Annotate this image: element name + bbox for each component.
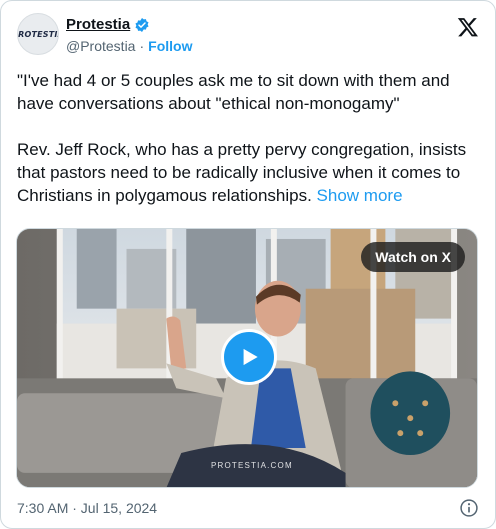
tweet-timestamp[interactable]: 7:30 AM · Jul 15, 2024 [17,500,157,516]
tweet-card: PROTESTIA Protestia @Protestia · Follow … [0,0,496,529]
video-watermark: PROTESTIA.COM [211,461,293,470]
watch-on-x-button[interactable]: Watch on X [361,242,465,272]
play-button[interactable] [221,329,277,385]
follow-button[interactable]: Follow [148,38,192,54]
tweet-footer: 7:30 AM · Jul 15, 2024 [17,498,479,518]
author-handle[interactable]: @Protestia [66,38,135,54]
verified-badge-icon [135,17,149,32]
handle-separator: · [139,38,145,54]
info-icon[interactable] [459,498,479,518]
tweet-header: PROTESTIA Protestia @Protestia · Follow [17,13,479,57]
handle-row: @Protestia · Follow [66,38,192,54]
video-player[interactable]: Watch on X PROTESTIA.COM [16,228,478,488]
play-icon [243,348,258,366]
avatar[interactable]: PROTESTIA [17,13,59,55]
author-name[interactable]: Protestia [66,16,130,33]
tweet-quote: "I've had 4 or 5 couples ask me to sit d… [17,71,450,113]
avatar-logo-text: PROTESTIA [18,29,58,39]
x-logo-icon[interactable] [457,16,479,38]
tweet-body: Rev. Jeff Rock, who has a pretty pervy c… [17,138,479,207]
author-name-row: Protestia [66,16,150,33]
tweet-text: "I've had 4 or 5 couples ask me to sit d… [17,69,479,207]
show-more-link[interactable]: Show more [317,186,403,205]
